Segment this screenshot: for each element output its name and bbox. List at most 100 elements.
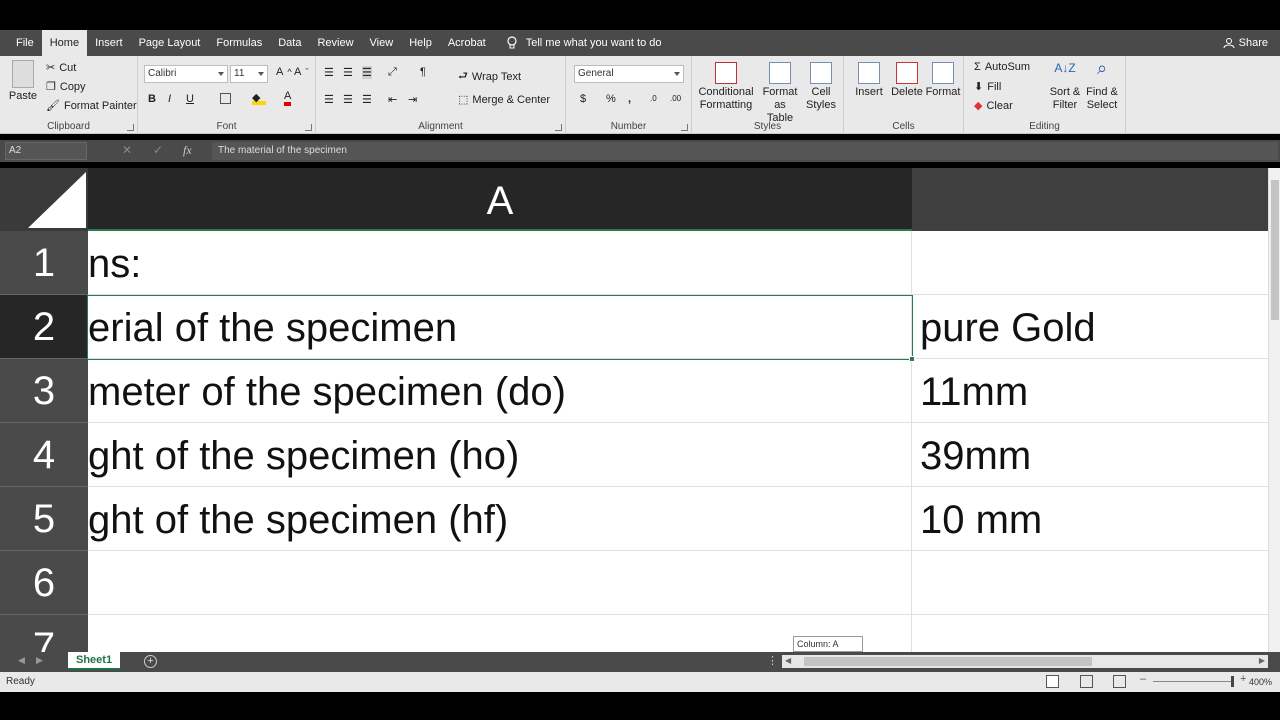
next-sheet-icon[interactable]: ▶ — [36, 655, 43, 666]
scroll-left-icon[interactable]: ◀ — [785, 656, 791, 665]
cell-b3[interactable]: 11mm — [912, 359, 1268, 423]
align-right-button[interactable]: ☰ — [362, 93, 372, 106]
select-all-corner[interactable] — [0, 168, 88, 231]
cell-a3[interactable]: meter of the specimen (do) — [88, 359, 912, 423]
enter-icon[interactable]: ✓ — [153, 143, 163, 157]
horizontal-scroll-thumb[interactable] — [804, 657, 1092, 666]
top-align-button[interactable]: ☰ — [324, 66, 334, 79]
tab-help[interactable]: Help — [401, 30, 440, 56]
tab-insert[interactable]: Insert — [87, 30, 131, 56]
zoom-in-icon[interactable]: + — [1240, 673, 1246, 685]
cell-b6[interactable] — [912, 551, 1268, 615]
row-header[interactable]: 2 — [0, 295, 88, 359]
font-size-select[interactable]: 11 — [230, 65, 268, 83]
sort-filter-button[interactable]: A↓Z Sort & Filter — [1046, 62, 1084, 112]
currency-button[interactable]: $ — [580, 93, 586, 105]
function-icon[interactable]: fx — [183, 143, 192, 158]
row-header[interactable]: 7 — [0, 615, 88, 652]
alignment-launcher[interactable] — [555, 124, 562, 131]
cell-b7[interactable] — [912, 615, 1268, 652]
tab-file[interactable]: File — [0, 30, 42, 56]
comma-button[interactable]: , — [628, 93, 631, 105]
tab-review[interactable]: Review — [309, 30, 361, 56]
cell-a2[interactable]: erial of the specimen — [88, 295, 912, 359]
normal-view-icon[interactable] — [1046, 675, 1059, 688]
cancel-icon[interactable]: ✕ — [122, 143, 132, 157]
tab-page-layout[interactable]: Page Layout — [131, 30, 209, 56]
row-header[interactable]: 4 — [0, 423, 88, 487]
cell-a4[interactable]: ght of the specimen (ho) — [88, 423, 912, 487]
sheet-tab-sheet1[interactable]: Sheet1 — [68, 652, 121, 670]
cell-a1[interactable]: ns: — [88, 231, 912, 295]
tab-data[interactable]: Data — [270, 30, 309, 56]
font-color-button[interactable]: A — [284, 91, 292, 106]
vertical-scrollbar[interactable] — [1268, 168, 1280, 652]
middle-align-button[interactable]: ☰ — [343, 66, 353, 79]
zoom-level[interactable]: 400% — [1249, 672, 1272, 692]
row-header[interactable]: 3 — [0, 359, 88, 423]
format-as-table-button[interactable]: Format as Table — [756, 62, 804, 125]
add-sheet-icon[interactable]: + — [144, 655, 157, 668]
row-header[interactable]: 6 — [0, 551, 88, 615]
fill-button[interactable]: ⬇ Fill — [974, 80, 1001, 94]
decrease-indent-button[interactable]: ⇤ — [388, 93, 397, 106]
column-header-a[interactable]: A — [88, 168, 912, 231]
align-center-button[interactable]: ☰ — [343, 93, 353, 106]
row-header[interactable]: 1 — [0, 231, 88, 295]
clipboard-launcher[interactable] — [127, 124, 134, 131]
cell-a5[interactable]: ght of the specimen (hf) — [88, 487, 912, 551]
increase-decimal-button[interactable]: .0 — [650, 94, 657, 103]
delete-cells-button[interactable]: Delete — [888, 62, 926, 99]
paste-button[interactable]: Paste — [8, 60, 38, 103]
tab-acrobat[interactable]: Acrobat — [440, 30, 494, 56]
bold-button[interactable]: B — [148, 93, 156, 105]
cell-b5[interactable]: 10 mm — [912, 487, 1268, 551]
page-layout-view-icon[interactable] — [1080, 675, 1093, 688]
formula-input[interactable]: The material of the specimen — [212, 142, 1278, 160]
format-painter-button[interactable]: 🖌 Format Painter — [46, 99, 137, 113]
find-select-button[interactable]: ⌕ Find & Select — [1082, 59, 1122, 112]
font-launcher[interactable] — [305, 124, 312, 131]
horizontal-scrollbar[interactable]: ◀ ▶ — [782, 655, 1268, 668]
worksheet-grid[interactable]: A 1 ns: 2 erial of the specimen pure Gol… — [0, 168, 1280, 652]
conditional-formatting-button[interactable]: Conditional Formatting — [698, 62, 754, 112]
scroll-right-icon[interactable]: ▶ — [1259, 656, 1265, 665]
cell-b1[interactable] — [912, 231, 1268, 295]
tab-formulas[interactable]: Formulas — [208, 30, 270, 56]
number-format-select[interactable]: General — [574, 65, 684, 83]
underline-button[interactable]: U — [186, 93, 194, 105]
name-box[interactable]: A2 — [5, 142, 87, 160]
merge-center-button[interactable]: ⬚ Merge & Center — [458, 93, 550, 107]
cell-a7[interactable] — [88, 615, 912, 652]
borders-button[interactable] — [220, 93, 231, 104]
paragraph-button[interactable]: ¶ — [420, 66, 426, 78]
autosum-button[interactable]: Σ AutoSum — [974, 61, 1030, 73]
font-name-select[interactable]: Calibri — [144, 65, 228, 83]
zoom-slider[interactable] — [1153, 681, 1233, 682]
cell-b2[interactable]: pure Gold — [912, 295, 1268, 359]
align-left-button[interactable]: ☰ — [324, 93, 334, 106]
increase-font-button[interactable]: A ^ — [276, 66, 292, 78]
clear-button[interactable]: ◆ Clear — [974, 99, 1013, 113]
row-header[interactable]: 5 — [0, 487, 88, 551]
italic-button[interactable]: I — [168, 93, 171, 105]
cell-a6[interactable] — [88, 551, 912, 615]
fill-color-button[interactable]: ◆ — [252, 91, 266, 105]
format-cells-button[interactable]: Format — [924, 62, 962, 99]
copy-button[interactable]: ❐ Copy — [46, 80, 86, 94]
tab-view[interactable]: View — [362, 30, 402, 56]
column-header-b[interactable] — [912, 168, 1268, 231]
percent-button[interactable]: % — [606, 93, 616, 105]
fill-handle[interactable] — [909, 356, 915, 362]
insert-cells-button[interactable]: Insert — [850, 62, 888, 99]
number-launcher[interactable] — [681, 124, 688, 131]
tell-me-box[interactable]: Tell me what you want to do — [506, 36, 662, 50]
decrease-decimal-button[interactable]: .00 — [670, 94, 681, 103]
increase-indent-button[interactable]: ⇥ — [408, 93, 417, 106]
vertical-scroll-thumb[interactable] — [1271, 180, 1279, 320]
more-options-icon[interactable]: ⋮ — [767, 654, 778, 667]
zoom-out-icon[interactable]: – — [1140, 673, 1146, 685]
wrap-text-button[interactable]: ⮐ Wrap Text — [458, 67, 521, 86]
orientation-button[interactable]: ⤢ — [388, 66, 397, 79]
cut-button[interactable]: ✂ Cut — [46, 61, 76, 75]
